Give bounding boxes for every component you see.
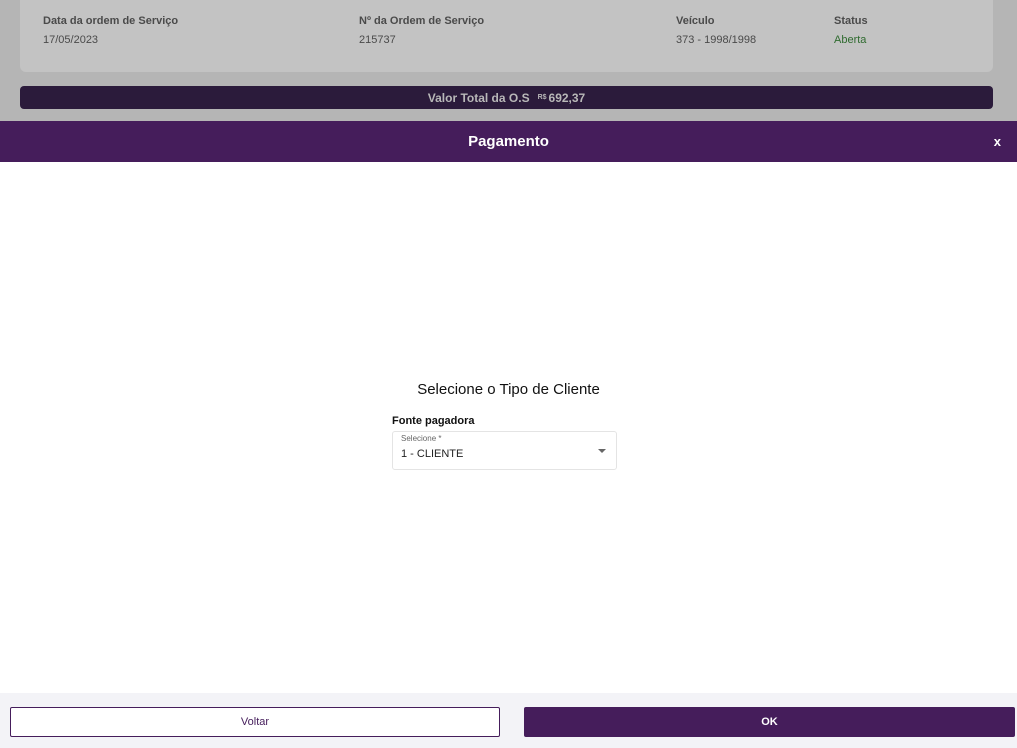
modal-title: Pagamento <box>468 133 549 150</box>
back-button[interactable]: Voltar <box>10 707 500 737</box>
total-value: 692,37 <box>548 90 586 105</box>
order-date-value: 17/05/2023 <box>43 34 99 46</box>
payer-source-label: Fonte pagadora <box>392 415 475 427</box>
payer-source-select[interactable]: Selecione * 1 - CLIENTE <box>392 431 617 470</box>
modal-footer: Voltar OK <box>0 693 1017 748</box>
ok-button[interactable]: OK <box>524 707 1015 737</box>
vehicle-value: 373 - 1998/1998 <box>676 34 757 46</box>
order-number-value: 215737 <box>359 34 396 46</box>
status-label: Status <box>834 15 868 27</box>
order-info-card: Data da ordem de Serviço 17/05/2023 Nº d… <box>20 0 993 72</box>
total-value-bar: Valor Total da O.S R$ 692,37 <box>20 86 993 109</box>
vehicle-label: Veículo <box>676 15 715 27</box>
order-date-label: Data da ordem de Serviço <box>43 15 179 27</box>
modal-body: Selecione o Tipo de Cliente Fonte pagado… <box>0 162 1017 693</box>
section-title: Selecione o Tipo de Cliente <box>417 381 600 398</box>
vehicle-field: Veículo 373 - 1998/1998 <box>676 14 756 47</box>
chevron-down-icon[interactable] <box>598 449 606 453</box>
currency-symbol: R$ <box>537 94 547 101</box>
order-number-field: Nº da Ordem de Serviço 215737 <box>359 14 484 47</box>
total-label: Valor Total da O.S <box>427 90 530 105</box>
order-number-label: Nº da Ordem de Serviço <box>359 15 485 27</box>
close-icon[interactable]: x <box>994 134 1001 150</box>
status-badge: Aberta <box>834 34 867 46</box>
modal-header: Pagamento x <box>0 121 1017 162</box>
background-page: Data da ordem de Serviço 17/05/2023 Nº d… <box>0 0 1017 121</box>
order-date-field: Data da ordem de Serviço 17/05/2023 <box>43 14 178 47</box>
select-value: 1 - CLIENTE <box>401 448 464 460</box>
select-floating-label: Selecione * <box>401 434 442 443</box>
status-field: Status Aberta <box>834 14 868 47</box>
